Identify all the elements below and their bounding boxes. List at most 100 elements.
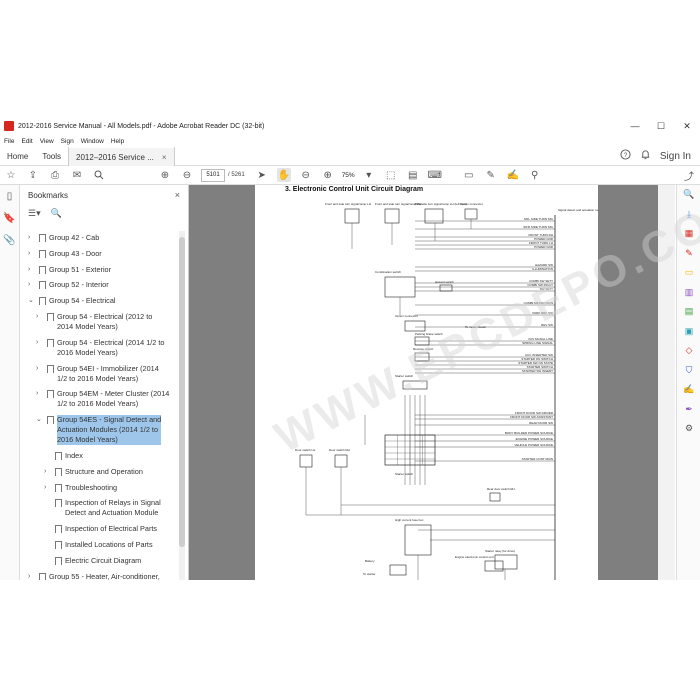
chevron-right-icon[interactable]: ›	[36, 338, 44, 348]
bookmark-flag-icon	[39, 265, 46, 274]
bookmark-item[interactable]: Installed Locations of Parts	[20, 540, 178, 550]
menu-view[interactable]: View	[40, 138, 54, 145]
chevron-right-icon[interactable]: ›	[28, 233, 36, 243]
bookmark-item[interactable]: Index	[20, 451, 178, 461]
bookmark-item[interactable]: › Troubleshooting	[20, 483, 178, 493]
tab-close-button[interactable]: ×	[162, 153, 167, 162]
scan-icon[interactable]: ▣	[677, 322, 700, 342]
component-box	[494, 554, 518, 570]
menu-file[interactable]: File	[4, 138, 14, 145]
find-bookmark-icon[interactable]: 🔍	[51, 208, 62, 219]
bookmark-label-line: Electric Circuit Diagram	[65, 555, 142, 565]
select-arrow-icon[interactable]: ➤	[255, 168, 269, 182]
share-icon[interactable]: ⤴	[682, 168, 696, 183]
organize-pages-icon[interactable]: ▤	[677, 302, 700, 322]
tab-tools[interactable]: Tools	[35, 147, 68, 165]
sign-in-link[interactable]: Sign In	[660, 151, 691, 162]
bookmark-item[interactable]: Inspection of Relays in Signal Detect and…	[20, 498, 178, 518]
menu-sign[interactable]: Sign	[61, 138, 74, 145]
stamp-icon[interactable]: ⚲	[528, 168, 542, 182]
close-window-button[interactable]: ✕	[674, 121, 700, 132]
compress-pdf-icon[interactable]: ◇	[677, 341, 700, 361]
component-box	[439, 284, 453, 292]
minimize-button[interactable]: —	[622, 121, 648, 132]
signal-label: POWER GND	[534, 245, 554, 249]
search-icon[interactable]	[92, 168, 106, 182]
chevron-right-icon[interactable]: ›	[28, 249, 36, 259]
combine-files-icon[interactable]: ▥	[677, 283, 700, 303]
chevron-right-icon[interactable]: ›	[28, 572, 36, 580]
maximize-button[interactable]: ☐	[648, 121, 674, 132]
fit-page-icon[interactable]: ⬚	[384, 168, 398, 182]
send-for-signature-icon[interactable]: ✒	[677, 400, 700, 420]
bookmark-item[interactable]: Electric Circuit Diagram	[20, 556, 178, 566]
email-icon[interactable]: ✉	[70, 168, 84, 182]
chevron-down-icon[interactable]: ⌄	[36, 415, 44, 425]
chevron-right-icon[interactable]: ›	[36, 389, 44, 399]
bookmark-item[interactable]: › Group 55 - Heater, Air-conditioner,and …	[20, 572, 178, 580]
chevron-right-icon[interactable]: ›	[28, 265, 36, 275]
protect-icon[interactable]: ⛉	[677, 361, 700, 381]
bookmark-label: Electric Circuit Diagram	[65, 556, 141, 566]
fill-sign-tool-icon[interactable]: ✍	[677, 380, 700, 400]
page-layout-icon[interactable]: ▤	[406, 168, 420, 182]
help-icon[interactable]: ?	[620, 149, 631, 163]
bookmark-label-line: 2014 Model Years)	[57, 322, 118, 331]
bookmark-label-line: Group 54 - Electrical	[49, 296, 116, 306]
comment-tool-icon[interactable]: ▭	[677, 263, 700, 283]
bookmark-item[interactable]: › Group 52 - Interior	[20, 280, 178, 290]
zoom-out-icon[interactable]: ⊖	[299, 168, 313, 182]
notifications-bell-icon[interactable]	[640, 149, 651, 163]
chevron-right-icon[interactable]: ›	[36, 364, 44, 374]
chevron-right-icon[interactable]: ›	[28, 280, 36, 290]
bookmark-item[interactable]: › Group 42 - Cab	[20, 233, 178, 243]
bookmark-flag-icon	[39, 281, 46, 290]
more-tools-icon[interactable]: ⚙	[677, 419, 700, 439]
print-icon[interactable]: ⎙	[48, 168, 62, 182]
create-pdf-star-icon[interactable]: ☆	[4, 168, 18, 182]
bookmark-item[interactable]: ⌄ Group 54 - Electrical	[20, 296, 178, 306]
hand-tool-icon[interactable]: ✋	[276, 168, 291, 182]
bookmark-options-icon[interactable]: ☰▾	[28, 208, 41, 219]
page-number-input[interactable]: 5101	[201, 168, 225, 182]
bookmark-item[interactable]: › Group 43 - Door	[20, 249, 178, 259]
page-thumbnails-icon[interactable]: ▯	[0, 185, 19, 207]
zoom-level[interactable]: 75%	[342, 172, 355, 179]
bookmark-item[interactable]: › Structure and Operation	[20, 467, 178, 477]
bookmark-item[interactable]: ⌄ Group 54ES - Signal Detect and Actuation…	[20, 415, 178, 446]
previous-page-icon[interactable]: ⊕	[158, 168, 172, 182]
bookmarks-scrollbar[interactable]	[179, 231, 185, 580]
menu-help[interactable]: Help	[111, 138, 124, 145]
fill-sign-icon[interactable]: ✍	[506, 168, 520, 182]
bookmark-item[interactable]: › Group 54 - Electrical (2014 1/2 to 2016 …	[20, 338, 178, 358]
next-page-icon[interactable]: ⊖	[180, 168, 194, 182]
bookmark-item[interactable]: › Group 54 - Electrical (2012 to 2014 Mode…	[20, 312, 178, 332]
chevron-right-icon[interactable]: ›	[44, 483, 52, 493]
menu-window[interactable]: Window	[81, 138, 104, 145]
attachments-paperclip-icon[interactable]: 📎	[0, 229, 19, 251]
acrobat-app-icon	[4, 121, 14, 131]
chevron-right-icon[interactable]: ›	[44, 467, 52, 477]
tab-document[interactable]: 2012–2016 Service ... ×	[68, 146, 175, 166]
bookmark-item[interactable]: Inspection of Electrical Parts	[20, 524, 178, 534]
bookmarks-scroll-thumb[interactable]	[179, 237, 185, 547]
bookmarks-panel-icon[interactable]: 🔖	[0, 207, 19, 229]
chevron-down-icon[interactable]: ⌄	[28, 296, 36, 306]
bookmark-item[interactable]: › Group 51 - Exterior	[20, 265, 178, 275]
bookmark-label: Troubleshooting	[65, 483, 117, 493]
upload-icon[interactable]: ⇪	[26, 168, 40, 182]
comment-icon[interactable]: ▭	[462, 168, 476, 182]
tab-home[interactable]: Home	[0, 147, 35, 165]
menu-edit[interactable]: Edit	[21, 138, 32, 145]
signal-label: REAR DOOR SW	[529, 421, 553, 425]
bookmark-item[interactable]: › Group 54EI - Immobilizer (2014 1/2 to 20…	[20, 364, 178, 384]
bookmark-item[interactable]: › Group 54EM - Meter Cluster (2014 1/2 to …	[20, 389, 178, 409]
keyboard-icon[interactable]: ⌨	[427, 168, 441, 182]
close-bookmarks-button[interactable]: ×	[175, 190, 180, 200]
zoom-dropdown-chevron-icon[interactable]: ▾	[362, 168, 376, 182]
chevron-right-icon[interactable]: ›	[36, 312, 44, 322]
highlight-pen-icon[interactable]: ✎	[484, 168, 498, 182]
bookmark-label: Group 54EM - Meter Cluster (2014 1/2 to 2…	[57, 389, 169, 409]
zoom-in-icon[interactable]: ⊕	[321, 168, 335, 182]
component-box	[484, 560, 504, 572]
